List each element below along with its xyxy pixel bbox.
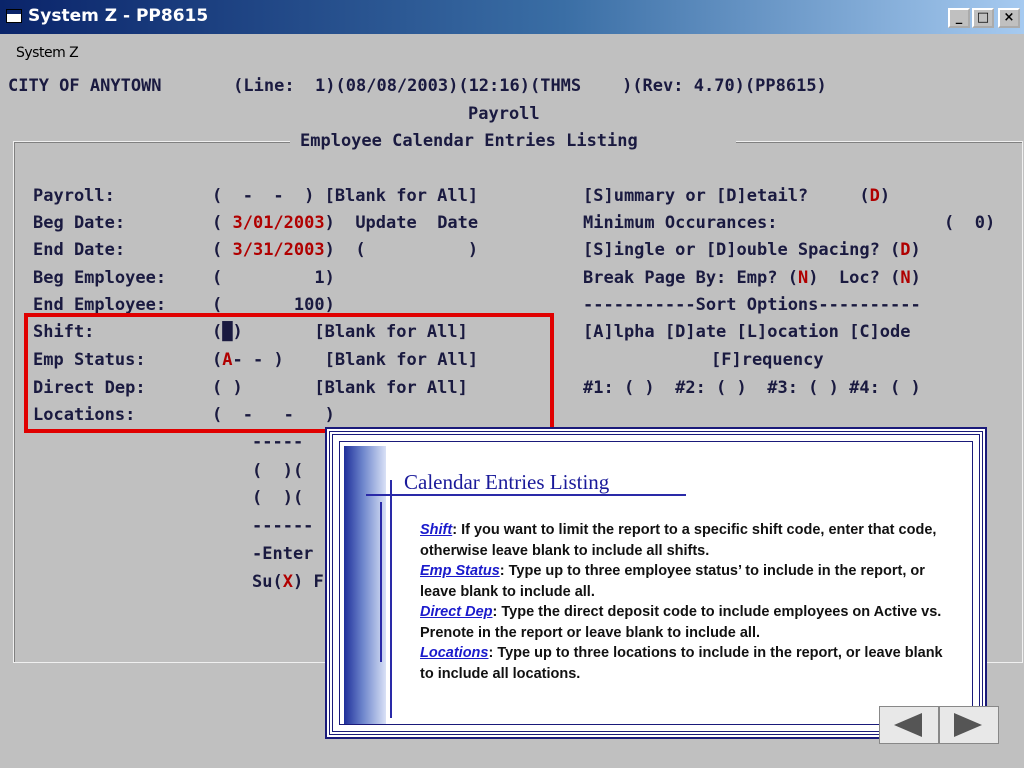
min-occurances-label: Minimum Occurances: <box>583 213 778 233</box>
su-field[interactable]: Su(X) F <box>252 568 324 596</box>
help-title: Calendar Entries Listing <box>404 470 610 494</box>
sort-options-line2: [F]requency <box>711 350 824 370</box>
help-term-shift: Shift <box>420 522 453 538</box>
break-emp-value: N <box>797 268 809 288</box>
sort-options-header: -----------Sort Options---------- <box>583 295 921 315</box>
menu-bar: System Z <box>0 34 1024 68</box>
break-loc-value: N <box>900 268 911 288</box>
end-date-label: End Date: <box>33 240 126 260</box>
highlight-box <box>24 313 554 433</box>
break-close: ) <box>910 268 921 288</box>
window-title: System Z - PP8615 <box>28 6 209 26</box>
lower-row-1[interactable]: ( )( <box>252 457 303 485</box>
su-value: X <box>282 572 293 592</box>
minimize-button[interactable]: _ <box>948 8 970 28</box>
sort-options-line1: [A]lpha [D]ate [L]ocation [C]ode <box>583 322 911 342</box>
spacing-value: D <box>900 240 911 260</box>
sort-slots[interactable]: #1: ( ) #2: ( ) #3: ( ) #4: ( ) <box>583 374 921 402</box>
summary-detail-row[interactable]: [S]ummary or [D]etail? (D) <box>583 182 890 210</box>
help-text-locations: : Type up to three locations to include … <box>420 645 943 682</box>
beg-employee-field[interactable]: ( 1) <box>212 264 335 292</box>
nav-divider <box>938 707 940 743</box>
close-button[interactable]: × <box>998 8 1020 28</box>
spacing-label: [S]ingle or [D]ouble Spacing? ( <box>583 240 901 260</box>
beg-date-field[interactable]: ( 3/01/2003) Update Date <box>212 209 478 237</box>
summary-open: ( <box>808 186 870 206</box>
end-date-value: 3/31/2003 <box>232 240 325 260</box>
beg-date-value: 3/01/2003 <box>232 213 325 233</box>
help-text-direct-dep: : Type the direct deposit code to includ… <box>420 604 942 641</box>
summary-detail-value: D <box>869 186 880 206</box>
beg-date-open: ( <box>212 213 233 233</box>
help-term-locations: Locations <box>420 645 489 661</box>
help-text-shift: : If you want to limit the report to a s… <box>420 522 937 559</box>
payroll-field[interactable]: ( - - ) [Blank for All] <box>212 182 478 210</box>
header-payroll: Payroll <box>468 104 540 124</box>
maximize-button[interactable]: □ <box>972 8 994 28</box>
summary-detail-label: [S]ummary or [D]etail? <box>583 186 809 206</box>
end-date-field[interactable]: ( 3/31/2003) ( ) <box>212 236 478 264</box>
window-app-icon[interactable] <box>6 9 22 23</box>
left-arrow-icon[interactable] <box>894 713 922 737</box>
beg-date-label: Beg Date: <box>33 213 126 233</box>
min-occurances-field[interactable]: ( 0) <box>944 209 995 237</box>
lower-dashes: ----- <box>252 432 304 452</box>
slide-navigation <box>879 706 999 744</box>
help-vertical-rule-inner <box>380 502 382 662</box>
help-term-direct-dep: Direct Dep <box>420 604 493 620</box>
help-inner-border: Calendar Entries Listing Shift: If you w… <box>339 441 973 725</box>
enter-prompt: -Enter <box>252 544 314 564</box>
right-arrow-icon[interactable] <box>954 713 982 737</box>
break-loc-label: ) Loc? ( <box>808 268 901 288</box>
su-suffix: ) F <box>292 572 324 592</box>
spacing-close: ) <box>910 240 921 260</box>
lower-row-2[interactable]: ( )( <box>252 484 303 512</box>
beg-date-close: ) Update Date <box>324 213 479 233</box>
su-prefix: Su( <box>252 572 283 592</box>
screen-title: Employee Calendar Entries Listing <box>300 131 638 151</box>
payroll-label: Payroll: <box>33 186 115 206</box>
help-vertical-rule <box>390 480 392 718</box>
break-page-row[interactable]: Break Page By: Emp? (N) Loc? (N) <box>583 264 921 292</box>
lower-dashes-2: ------ <box>252 516 314 536</box>
break-page-label: Break Page By: Emp? ( <box>583 268 798 288</box>
header-line: CITY OF ANYTOWN (Line: 1)(08/08/2003)(12… <box>8 76 827 96</box>
end-date-open: ( <box>212 240 233 260</box>
help-callout: Calendar Entries Listing Shift: If you w… <box>329 431 983 735</box>
menu-system[interactable]: System Z <box>16 45 79 61</box>
help-term-emp-status: Emp Status <box>420 563 500 579</box>
end-date-close: ) ( ) <box>324 240 479 260</box>
window-title-bar[interactable]: System Z - PP8615 _ □ × <box>0 0 1024 34</box>
beg-employee-label: Beg Employee: <box>33 268 167 288</box>
help-body: Shift: If you want to limit the report t… <box>420 520 960 684</box>
summary-close: ) <box>879 186 891 206</box>
spacing-row[interactable]: [S]ingle or [D]ouble Spacing? (D) <box>583 236 921 264</box>
